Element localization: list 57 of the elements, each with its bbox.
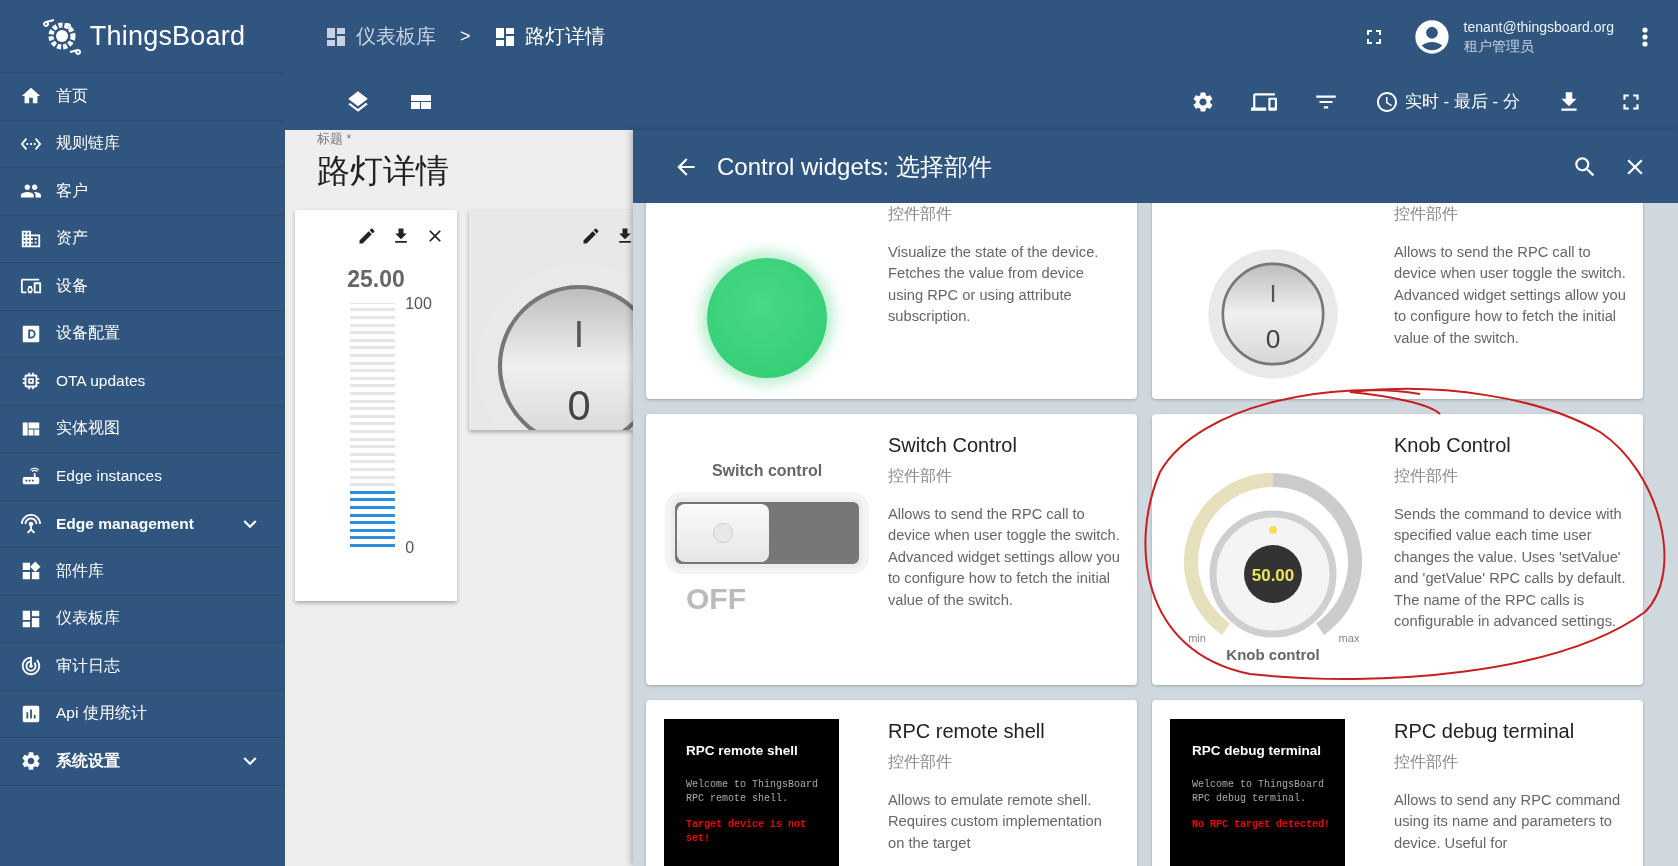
console-line: Welcome to ThingsBoard xyxy=(1192,778,1326,792)
card-subtitle: 控件部件 xyxy=(888,752,953,772)
sidebar-item[interactable]: Edge management xyxy=(0,500,285,548)
sidebar-item[interactable]: 首页 xyxy=(0,73,285,121)
gauge-min-label: 0 xyxy=(405,539,416,557)
card-subtitle: 控件部件 xyxy=(888,466,953,486)
card-subtitle: 控件部件 xyxy=(1394,204,1459,224)
card-description: Allows to send the RPC call to device when user toggle the switch. Advanced widget settings allow you to configure how to fetch the initial value of the switch. xyxy=(1394,243,1627,348)
sidebar-item[interactable]: 设备配置 xyxy=(0,310,285,358)
dashboard-title[interactable]: 路灯详情 xyxy=(317,151,449,191)
logo-text: ThingsBoard xyxy=(89,20,246,52)
widget-card[interactable]: Switch control OFF Switch Control 控件部件 Allows to send the RPC call to device when user toggle the switch. Advanced widget settings allow you to configure how to fetch the initial value of the switch. xyxy=(646,414,1137,685)
sidebar-item[interactable]: 部件库 xyxy=(0,548,285,596)
card-title: Knob Control xyxy=(1394,433,1512,458)
breadcrumb-link[interactable]: 仪表板库 xyxy=(324,23,436,50)
preview-title: Switch control xyxy=(711,462,823,480)
timewindow-button[interactable]: 实时 - 最后 - 分 xyxy=(1374,89,1520,114)
round-switch-drawing: I 0 xyxy=(1207,248,1339,380)
card-description: Sends the command to device with specified value each time user changes the value. Uses 'setValue' and 'getValue' RPC calls by default. The name of the RPC calls is configurable in advanced settings. xyxy=(1394,505,1627,632)
card-description: Allows to emulate remote shell. Requires custom implementation on the target xyxy=(888,791,1103,853)
widget-card[interactable]: RPC remote shell Welcome to ThingsBoard RPC remote shell. Target device is not set! RPC remote shell 控件部件 Allows to emulate remote shell. Requires custom implementation on the target xyxy=(646,700,1137,866)
widget-card[interactable]: I 0 控件部件 Allows to send the RPC call to device when user toggle the switch. Advanced widget settings allow you to configure how to fetch the initial value of the switch. xyxy=(1152,203,1643,399)
sidebar-item[interactable]: 仪表板库 xyxy=(0,595,285,643)
field-label: 标题 * xyxy=(317,131,353,147)
sidebar-item[interactable]: 实体视图 xyxy=(0,405,285,453)
sidebar-item[interactable]: 设备 xyxy=(0,263,285,311)
card-description: Visualize the state of the device. Fetches the value from device using RPC or using attribute subscription. xyxy=(888,243,1100,327)
card-title: Switch Control xyxy=(888,433,1018,458)
card-description: Allows to send the RPC call to device when user toggle the switch. Advanced widget settings allow you to configure how to fetch the initial value of the switch. xyxy=(888,505,1121,610)
console-line: RPC debug terminal. xyxy=(1192,792,1308,806)
widget-card[interactable]: RPC debug terminal Welcome to ThingsBoard RPC debug terminal. No RPC target detected! RPC debug terminal 控件部件 Allows to send any RPC command using its name and parameters to device. Useful for xyxy=(1152,700,1643,866)
sidebar-item[interactable]: 资产 xyxy=(0,215,285,263)
console-line: RPC remote shell. xyxy=(686,792,790,806)
sidebar-item[interactable]: 审计日志 xyxy=(0,643,285,691)
terminal-title: RPC remote shell xyxy=(686,743,799,758)
console-line: Welcome to ThingsBoard xyxy=(686,778,820,792)
console-error: No RPC target detected! xyxy=(1192,818,1332,832)
console-error: Target device is not set! xyxy=(686,818,808,846)
card-subtitle: 控件部件 xyxy=(1394,466,1459,486)
card-description: Allows to send any RPC command using its name and parameters to device. Useful for xyxy=(1394,791,1622,853)
panel-title: Control widgets: 选择部件 xyxy=(717,151,993,182)
terminal-title: RPC debug terminal xyxy=(1192,743,1322,758)
card-subtitle: 控件部件 xyxy=(1394,752,1459,772)
widget-card[interactable]: 控件部件 Visualize the state of the device. Fetches the value from device using RPC or using attribute subscription. xyxy=(646,203,1137,399)
sidebar-item[interactable]: Api 使用统计 xyxy=(0,690,285,738)
breadcrumb-link[interactable]: 路灯详情 xyxy=(492,23,605,50)
gauge-max-label: 100 xyxy=(405,295,432,313)
card-title: RPC debug terminal xyxy=(1394,719,1576,744)
switch-state-label: OFF xyxy=(686,582,746,616)
gauge-value: 25.00 xyxy=(347,266,405,293)
breadcrumb-separator: > xyxy=(460,26,471,47)
sidebar-item[interactable]: 系统设置 xyxy=(0,738,285,786)
knob-drawing: 50.00 min max Knob control xyxy=(1157,462,1389,672)
user-email: tenant@thingsboard.org xyxy=(1463,17,1614,37)
user-role: 租户管理员 xyxy=(1463,37,1535,56)
card-subtitle: 控件部件 xyxy=(888,204,953,224)
card-title: RPC remote shell xyxy=(888,719,1046,744)
